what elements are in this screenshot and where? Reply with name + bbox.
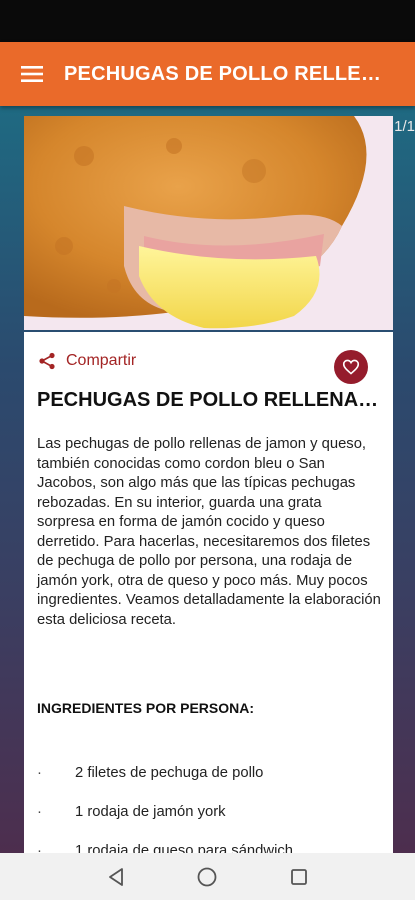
ingredients-list: · 2 filetes de pechuga de pollo · 1 roda… — [37, 765, 377, 853]
app-bar: PECHUGAS DE POLLO RELLENAS DE JAMON Y QU… — [0, 42, 415, 106]
recents-square-icon[interactable] — [279, 857, 319, 897]
ingredient-text: 1 rodaja de jamón york — [75, 804, 226, 820]
home-circle-icon[interactable] — [187, 857, 227, 897]
recipe-photo — [24, 116, 393, 330]
favorite-button[interactable] — [334, 350, 368, 384]
hamburger-menu-icon[interactable] — [0, 42, 64, 106]
ingredient-bullet: · — [37, 843, 42, 853]
ingredient-bullet: · — [37, 804, 42, 820]
share-button[interactable]: Compartir — [38, 352, 136, 370]
status-bar — [0, 0, 415, 42]
page-indicator: 1/1 — [394, 118, 415, 135]
ingredient-item: · 2 filetes de pechuga de pollo — [37, 765, 377, 804]
ingredient-text: 1 rodaja de queso para sándwich — [75, 843, 293, 853]
recipe-description: Las pechugas de pollo rellenas de jamon … — [37, 436, 381, 628]
ingredient-text: 2 filetes de pechuga de pollo — [75, 765, 264, 781]
ingredients-heading: INGREDIENTES POR PERSONA: — [37, 700, 255, 716]
share-label: Compartir — [66, 352, 137, 369]
recipe-card: Compartir PECHUGAS DE POLLO RELLENAS DE … — [24, 332, 393, 853]
system-nav-bar — [0, 853, 415, 900]
recipe-title: PECHUGAS DE POLLO RELLENAS DE JAMON Y QU… — [37, 389, 382, 411]
share-icon — [39, 352, 55, 370]
heart-icon — [342, 359, 360, 375]
ingredient-bullet: · — [37, 765, 42, 781]
recipe-scroll-area[interactable]: 1/1 Compartir PECHUGAS DE POLLO RELLENAS… — [0, 106, 415, 853]
ingredient-item: · 1 rodaja de queso para sándwich — [37, 843, 377, 853]
app-title: PECHUGAS DE POLLO RELLENAS DE JAMON Y QU… — [64, 62, 394, 85]
back-triangle-icon[interactable] — [96, 857, 136, 897]
ingredient-item: · 1 rodaja de jamón york — [37, 804, 377, 843]
